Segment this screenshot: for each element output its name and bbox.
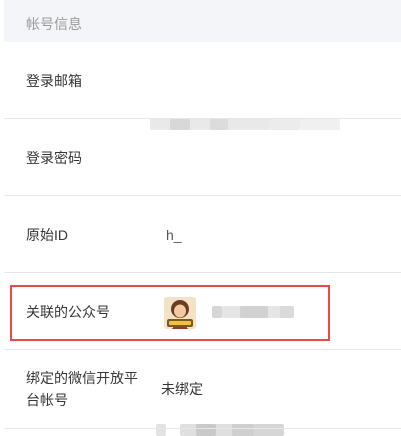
official-account-avatar[interactable] [164,297,196,329]
login-password-label: 登录密码 [26,150,82,166]
avatar-icon [164,297,196,329]
row-original-id: 原始ID h_ [0,196,401,436]
section-header: 帐号信息 [4,0,401,42]
original-id-value: h_ [166,227,182,243]
row-login-email: 登录邮箱 [0,42,401,130]
section-title: 帐号信息 [26,16,82,32]
open-platform-label-line2: 台帐号 [26,392,68,408]
login-email-label: 登录邮箱 [26,73,82,89]
open-platform-label-line1: 绑定的微信开放平 [26,370,138,386]
original-id-label: 原始ID [26,227,68,243]
row-login-password: 登录密码 [0,119,401,196]
open-platform-value: 未绑定 [161,381,203,397]
row-open-platform-account: 绑定的微信开放平 台帐号 未绑定 [0,350,401,429]
